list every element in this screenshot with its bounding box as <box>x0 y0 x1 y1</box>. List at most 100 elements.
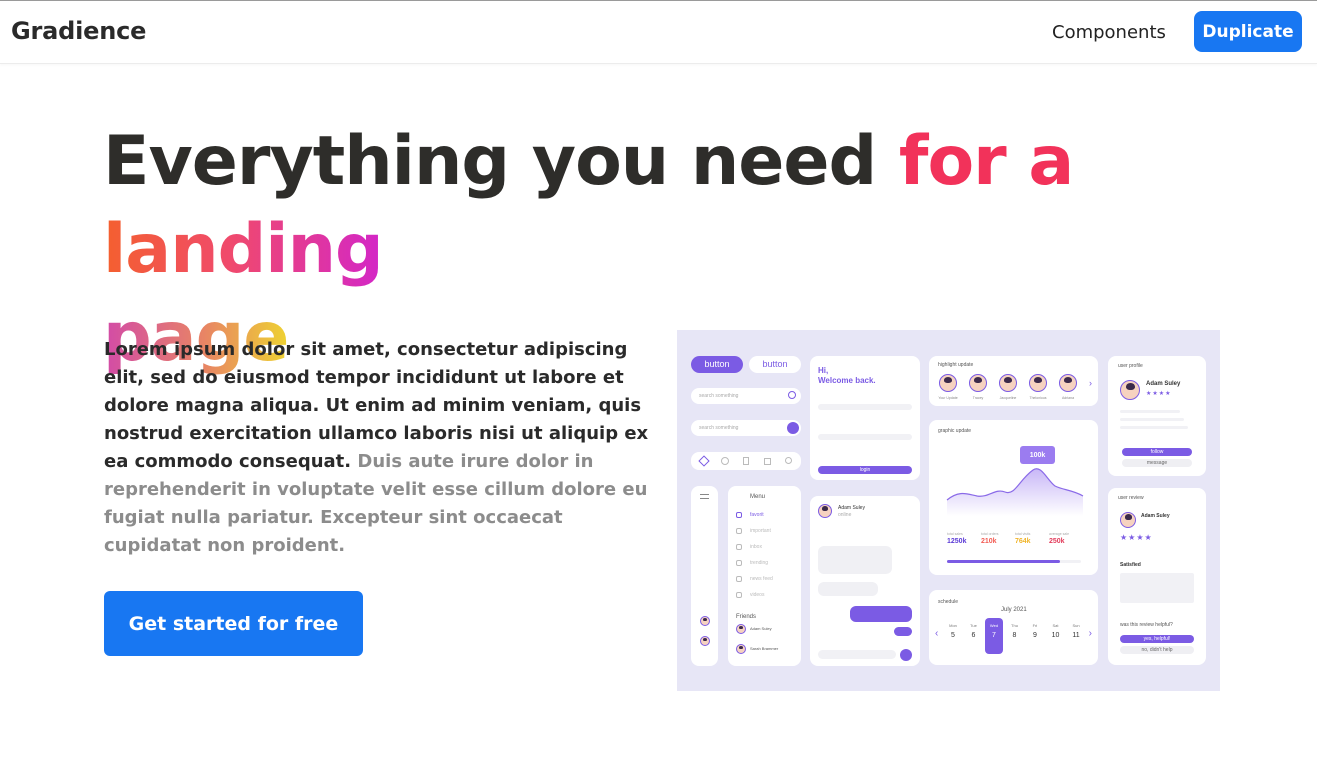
preview-stat-value: 764k <box>1015 538 1031 545</box>
preview-area-chart <box>946 468 1084 516</box>
preview-menu-item: inbox <box>750 544 762 550</box>
profile-detail-line <box>1120 426 1188 429</box>
preview-stat-label: total sales <box>947 532 963 536</box>
avatar <box>969 374 987 392</box>
preview-menu-sidebar: Menu favorit important inbox trending news f… <box>728 486 801 666</box>
preview-narrow-sidebar <box>691 486 718 666</box>
headline-dark-text: Everything you need <box>103 122 899 201</box>
preview-schedule-day: Sat <box>1052 623 1059 628</box>
preview-login-button: login <box>818 466 912 474</box>
top-nav-bar: Gradience Components Duplicate <box>0 0 1317 64</box>
avatar <box>999 374 1017 392</box>
chevron-right-icon: › <box>1088 628 1092 639</box>
preview-welcome-text: Hi, Welcome back. <box>818 366 876 385</box>
preview-primary-button: button <box>691 356 743 373</box>
preview-search-field: search something <box>691 388 801 404</box>
headline-accent-text: landing <box>103 210 384 289</box>
preview-review-name: Adam Suley <box>1141 513 1170 519</box>
menu-item-icon <box>736 592 742 598</box>
headline-accent-text: for a <box>898 122 1074 201</box>
home-icon <box>698 455 710 467</box>
preview-schedule-day: Wed <box>989 623 999 628</box>
preview-chat-input <box>818 650 896 659</box>
avatar <box>700 636 710 646</box>
preview-menu-item: videos <box>750 592 765 598</box>
preview-schedule-card: schedule July 2021 ‹ › Mon 5 Tue 6 Wed 7 Thu 8 F… <box>929 590 1098 665</box>
preview-schedule-day: Sun <box>1072 623 1080 628</box>
preview-schedule-date: 10 <box>1051 632 1060 639</box>
menu-item-icon <box>736 528 742 534</box>
preview-profile-card: user profile Adam Suley ★★★★ follow mess… <box>1108 356 1206 476</box>
preview-menu-item: favorit <box>750 512 764 518</box>
preview-schedule-day: Mon <box>949 623 957 628</box>
search-icon <box>788 391 796 399</box>
avatar <box>700 616 710 626</box>
preview-progress-fill <box>947 560 1060 563</box>
menu-item-icon <box>736 560 742 566</box>
hero-description: Lorem ipsum dolor sit amet, consectetur … <box>104 336 654 560</box>
preview-schedule-date: 7 <box>992 632 996 639</box>
preview-review-title: user review <box>1118 495 1144 501</box>
ui-kit-preview: button button search something search so… <box>677 330 1220 691</box>
preview-schedule-day: Thu <box>1011 623 1018 628</box>
preview-schedule-date: 8 <box>1012 632 1017 639</box>
bookmark-icon <box>743 457 749 465</box>
chevron-right-icon: › <box>1089 378 1092 388</box>
avatar <box>818 504 832 518</box>
review-text-block <box>1120 573 1194 603</box>
chat-bubble <box>818 582 878 596</box>
preview-schedule-date: 11 <box>1072 632 1080 639</box>
preview-chat-name: Adam Suley <box>838 505 865 511</box>
preview-no-button: no, didn't help <box>1120 646 1194 654</box>
preview-secondary-button: button <box>749 356 801 373</box>
preview-search-placeholder: search something <box>699 425 739 431</box>
send-icon <box>900 649 912 661</box>
preview-graphic-card: graphic update 100k total sales 1250k tota… <box>929 420 1098 575</box>
preview-highlight-title: highlight update <box>938 362 974 368</box>
preview-menu-item: important <box>750 528 771 534</box>
preview-graphic-title: graphic update <box>938 428 972 434</box>
chat-bubble <box>894 627 912 636</box>
menu-icon <box>700 494 709 499</box>
avatar <box>939 374 957 392</box>
preview-email-field <box>818 404 912 410</box>
preview-schedule-date: 9 <box>1033 632 1037 639</box>
preview-profile-name: Adam Suley <box>1146 381 1181 387</box>
profile-detail-line <box>1120 418 1184 421</box>
chat-bubble <box>850 606 912 622</box>
get-started-button[interactable]: Get started for free <box>104 591 363 656</box>
avatar <box>1120 380 1140 400</box>
preview-schedule-month: July 2021 <box>1001 607 1027 613</box>
preview-friends-title: Friends <box>736 614 757 620</box>
avatar <box>736 644 746 654</box>
preview-schedule-date: 6 <box>971 632 976 639</box>
preview-icon-row <box>691 452 801 470</box>
preview-menu-item: trending <box>750 560 769 566</box>
preview-stat-value: 1250k <box>947 538 967 545</box>
avatar <box>1059 374 1077 392</box>
preview-search-field-filled: search something <box>691 420 801 436</box>
preview-friend-name: Adam Suley <box>750 626 772 631</box>
preview-highlight-name: Tracey <box>972 396 984 400</box>
preview-schedule-day: Tue <box>970 623 977 628</box>
preview-profile-title: user profile <box>1118 363 1143 369</box>
nav-link-components[interactable]: Components <box>1052 22 1166 43</box>
preview-highlight-name: Adriana <box>1061 396 1075 400</box>
brand-logo[interactable]: Gradience <box>11 17 146 45</box>
preview-review-label: Satisfied <box>1120 562 1141 568</box>
preview-login-card: Hi, Welcome back. login <box>810 356 920 480</box>
preview-friend-name: Sarah Brammer <box>750 646 779 651</box>
menu-item-icon <box>736 576 742 582</box>
preview-yes-button: yes, helpful! <box>1120 635 1194 643</box>
preview-highlight-name: Your Update <box>938 396 958 400</box>
user-icon <box>785 457 792 464</box>
menu-item-icon <box>736 544 742 550</box>
preview-highlight-name: Jacqueline <box>999 396 1017 400</box>
preview-search-placeholder: search something <box>699 393 739 399</box>
preview-menu-item: news feed <box>750 576 773 582</box>
preview-stat-value: 250k <box>1049 538 1065 545</box>
chevron-left-icon: ‹ <box>935 628 939 639</box>
duplicate-button[interactable]: Duplicate <box>1194 11 1302 52</box>
menu-item-icon <box>736 512 742 518</box>
rating-stars-icon: ★★★★ <box>1120 533 1153 542</box>
